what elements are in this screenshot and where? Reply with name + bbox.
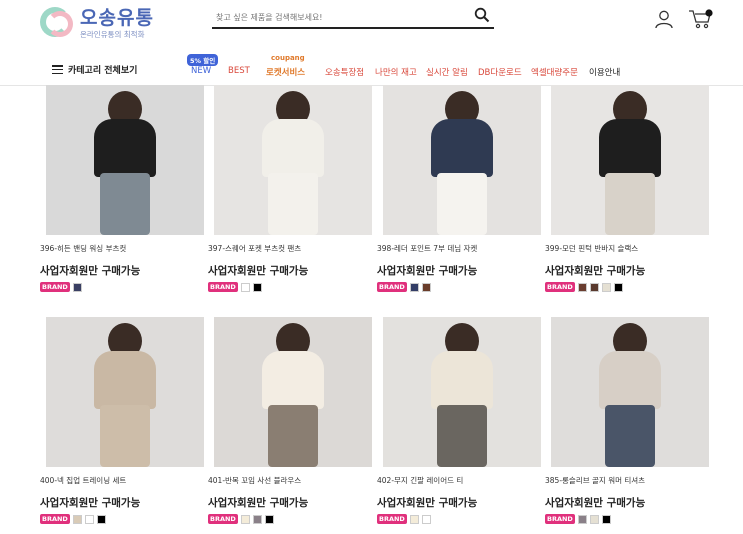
brand-badge: BRAND <box>377 282 407 292</box>
color-swatch <box>252 282 262 292</box>
brand-badge: BRAND <box>208 514 238 524</box>
product-card[interactable]: 399-모던 핀턱 반바지 슬랙스사업자회원만 구매가능 BRAND <box>545 85 709 292</box>
product-card[interactable]: 401-반목 꼬임 사선 블라우스사업자회원만 구매가능 BRAND <box>208 317 372 524</box>
color-swatch <box>577 514 587 524</box>
search-bar <box>212 5 494 29</box>
product-price-notice: 사업자회원만 구매가능 <box>208 497 309 509</box>
site-logo[interactable]: 오송유통 온라인유통의 최적화 <box>40 7 154 41</box>
product-tags: BRAND <box>545 282 703 292</box>
color-swatch <box>252 514 262 524</box>
nav-item-bulk-order[interactable]: 엑셀대량주문 <box>531 66 578 78</box>
color-swatch <box>601 282 611 292</box>
product-name[interactable]: 399-모던 핀턱 반바지 슬랙스 <box>545 243 703 254</box>
nav-item-features[interactable]: 오송특장점 <box>325 66 364 78</box>
sale-badge: 5% 할인 <box>187 54 219 66</box>
nav-item-rocket[interactable]: 로켓서비스 <box>266 66 305 78</box>
product-image[interactable] <box>551 317 709 467</box>
product-image[interactable] <box>214 317 372 467</box>
product-price-notice: 사업자회원만 구매가능 <box>545 265 646 277</box>
product-tags: BRAND <box>377 282 535 292</box>
product-image[interactable] <box>46 85 204 235</box>
brand-badge: BRAND <box>40 282 70 292</box>
product-card[interactable]: 398-레더 포인트 7부 데님 자켓사업자회원만 구매가능 BRAND <box>377 85 541 292</box>
main-nav: 카테고리 전체보기 5% 할인 NEW BEST coupang 로켓서비스 오… <box>0 52 743 86</box>
product-card[interactable]: 402-무지 긴팔 레이어드 티사업자회원만 구매가능 BRAND <box>377 317 541 524</box>
logo-title: 오송유통 <box>80 7 154 29</box>
color-swatch <box>409 514 419 524</box>
product-price-notice: 사업자회원만 구매가능 <box>40 265 141 277</box>
logo-subtitle: 온라인유통의 최적화 <box>80 30 145 39</box>
color-swatch <box>72 514 82 524</box>
product-image[interactable] <box>383 317 541 467</box>
nav-item-alerts[interactable]: 실시간 알림 <box>426 66 468 78</box>
product-name[interactable]: 397-스퀘어 포켓 부츠컷 팬츠 <box>208 243 366 254</box>
color-swatch <box>240 514 250 524</box>
product-image[interactable] <box>551 85 709 235</box>
color-swatch <box>240 282 250 292</box>
color-swatch <box>264 514 274 524</box>
user-icon[interactable] <box>654 9 674 29</box>
color-swatch <box>577 282 587 292</box>
product-image[interactable] <box>46 317 204 467</box>
product-card[interactable]: 397-스퀘어 포켓 부츠컷 팬츠사업자회원만 구매가능 BRAND <box>208 85 372 292</box>
product-tags: BRAND <box>208 514 366 524</box>
product-card[interactable]: 385-롱슬리브 골지 워머 티셔츠사업자회원만 구매가능 BRAND <box>545 317 709 524</box>
brand-badge: BRAND <box>40 514 70 524</box>
color-swatch <box>421 282 431 292</box>
nav-item-new[interactable]: NEW <box>191 66 211 76</box>
product-tags: BRAND <box>40 282 198 292</box>
product-image[interactable] <box>383 85 541 235</box>
cart-icon[interactable] <box>688 8 714 30</box>
brand-badge: BRAND <box>545 514 575 524</box>
brand-badge: BRAND <box>545 282 575 292</box>
product-tags: BRAND <box>40 514 198 524</box>
color-swatch <box>96 514 106 524</box>
logo-mark-icon <box>40 7 74 41</box>
top-header: 오송유통 온라인유통의 최적화 <box>0 0 743 52</box>
product-card[interactable]: 400-넥 집업 트레이닝 세트사업자회원만 구매가능 BRAND <box>40 317 204 524</box>
color-swatch <box>84 514 94 524</box>
search-input[interactable] <box>216 10 466 24</box>
coupang-logo: coupang <box>271 54 305 62</box>
product-price-notice: 사업자회원만 구매가능 <box>377 265 478 277</box>
product-tags: BRAND <box>377 514 535 524</box>
brand-badge: BRAND <box>377 514 407 524</box>
category-menu-button[interactable]: 카테고리 전체보기 <box>52 63 137 76</box>
search-icon[interactable] <box>474 7 490 23</box>
product-name[interactable]: 396-히든 밴딩 워싱 부츠컷 <box>40 243 198 254</box>
color-swatch <box>409 282 419 292</box>
product-image[interactable] <box>214 85 372 235</box>
product-price-notice: 사업자회원만 구매가능 <box>377 497 478 509</box>
product-price-notice: 사업자회원만 구매가능 <box>545 497 646 509</box>
product-name[interactable]: 398-레더 포인트 7부 데님 자켓 <box>377 243 535 254</box>
nav-item-guide[interactable]: 이용안내 <box>589 66 620 78</box>
color-swatch <box>72 282 82 292</box>
color-swatch <box>613 282 623 292</box>
color-swatch <box>589 282 599 292</box>
brand-badge: BRAND <box>208 282 238 292</box>
category-label: 카테고리 전체보기 <box>68 66 138 76</box>
product-name[interactable]: 401-반목 꼬임 사선 블라우스 <box>208 475 366 486</box>
color-swatch <box>421 514 431 524</box>
color-swatch <box>589 514 599 524</box>
hamburger-icon <box>52 65 63 74</box>
product-name[interactable]: 402-무지 긴팔 레이어드 티 <box>377 475 535 486</box>
product-name[interactable]: 400-넥 집업 트레이닝 세트 <box>40 475 198 486</box>
product-price-notice: 사업자회원만 구매가능 <box>208 265 309 277</box>
product-card[interactable]: 396-히든 밴딩 워싱 부츠컷사업자회원만 구매가능 BRAND <box>40 85 204 292</box>
color-swatch <box>601 514 611 524</box>
product-name[interactable]: 385-롱슬리브 골지 워머 티셔츠 <box>545 475 703 486</box>
nav-item-my-stock[interactable]: 나만의 재고 <box>375 66 417 78</box>
product-tags: BRAND <box>208 282 366 292</box>
product-price-notice: 사업자회원만 구매가능 <box>40 497 141 509</box>
product-tags: BRAND <box>545 514 703 524</box>
nav-item-best[interactable]: BEST <box>228 66 250 76</box>
nav-item-db-download[interactable]: DB다운로드 <box>478 66 522 78</box>
